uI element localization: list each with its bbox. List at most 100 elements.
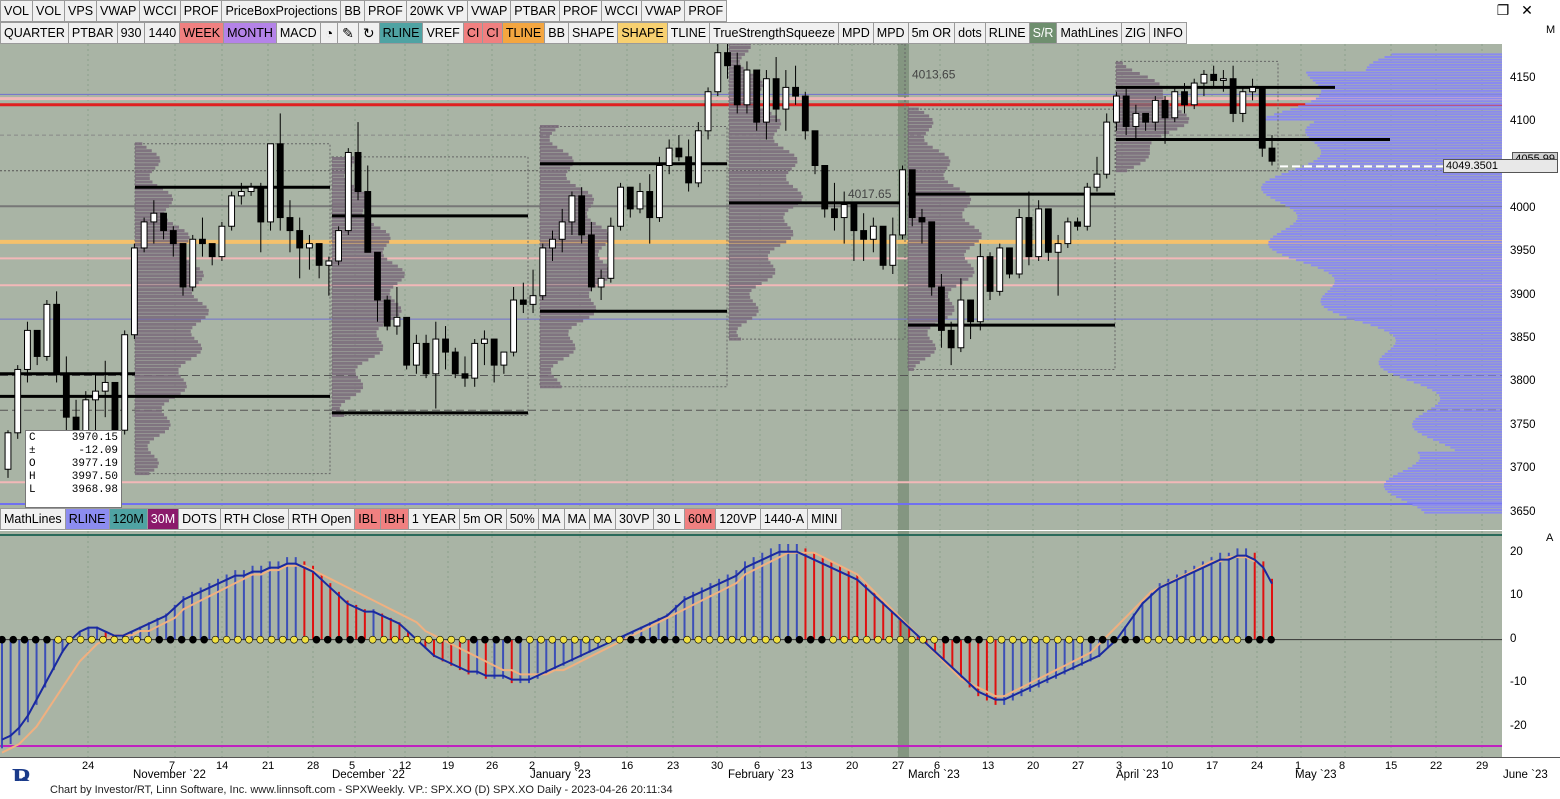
toolbar2-button-16[interactable]: SHAPE <box>568 22 619 44</box>
month-label: March `23 <box>908 769 960 781</box>
toolbar3-button-16[interactable]: 30 L <box>653 508 685 530</box>
candle-body <box>772 78 780 110</box>
toolbar2-button-21[interactable]: MPD <box>873 22 909 44</box>
ohlc-row: C 3970.15 <box>29 432 118 445</box>
toolbar1-button-15[interactable]: PROF <box>685 0 728 22</box>
squeeze-dot <box>773 635 781 644</box>
toolbar3-button-0[interactable]: MathLines <box>0 508 66 530</box>
toolbar2-button-14[interactable]: TLINE <box>502 22 546 44</box>
squeeze-dot <box>739 635 748 644</box>
toolbar1-button-9[interactable]: 20WK VP <box>406 0 468 22</box>
toolbar3-button-14[interactable]: MA <box>590 508 617 530</box>
toolbar2-button-24[interactable]: RLINE <box>985 22 1030 44</box>
toolbar1-button-14[interactable]: VWAP <box>642 0 686 22</box>
squeeze-dot <box>582 635 590 644</box>
close-window-icon[interactable]: ✕ <box>1516 0 1538 20</box>
clock-icon[interactable]: ◔ <box>320 22 339 44</box>
candle-body <box>1083 186 1091 227</box>
toolbar3-button-10[interactable]: 5m OR <box>460 508 507 530</box>
toolbar2-button-20[interactable]: MPD <box>839 22 874 44</box>
squeeze-dot <box>0 635 6 644</box>
pencil-icon[interactable]: ✎ <box>338 22 359 44</box>
price-axis[interactable]: M 41504100405040003950390038503800375037… <box>1502 22 1560 530</box>
toolbar1-button-3[interactable]: VWAP <box>97 0 141 22</box>
toolbar3-button-9[interactable]: 1 YEAR <box>408 508 461 530</box>
squeeze-dot <box>1076 635 1085 644</box>
squeeze-dot <box>436 635 444 644</box>
toolbar3-button-3[interactable]: 30M <box>147 508 180 530</box>
toolbar3-button-5[interactable]: RTH Close <box>220 508 289 530</box>
squeeze-dot <box>200 635 208 644</box>
toolbar3-button-17[interactable]: 60M <box>684 508 717 530</box>
price-chart-pane[interactable]: 4013.65 4017.65 <box>0 44 1502 530</box>
month-label: February `23 <box>728 769 794 781</box>
candle-body <box>957 299 965 349</box>
candle-body <box>1190 82 1198 106</box>
toolbar2-button-2[interactable]: 930 <box>117 22 146 44</box>
toolbar1-button-10[interactable]: VWAP <box>467 0 512 22</box>
squeeze-dot <box>1155 635 1163 644</box>
toolbar2-button-22[interactable]: 5m OR <box>908 22 956 44</box>
squeeze-dot <box>1166 635 1174 644</box>
macd-pane[interactable] <box>0 531 1502 757</box>
toolbar1-button-6[interactable]: PriceBoxProjections <box>222 0 342 22</box>
toolbar2-button-5[interactable]: MONTH <box>224 22 277 44</box>
candle-body <box>578 195 586 236</box>
toolbar3-button-18[interactable]: 120VP <box>716 508 761 530</box>
toolbar3-button-13[interactable]: MA <box>564 508 591 530</box>
toolbar2-button-0[interactable]: QUARTER <box>0 22 69 44</box>
toolbar2-button-11[interactable]: VREF <box>423 22 464 44</box>
toolbar3-button-2[interactable]: 120M <box>109 508 148 530</box>
toolbar2-button-4[interactable]: WEEK <box>180 22 225 44</box>
toolbar1-button-4[interactable]: WCCI <box>140 0 181 22</box>
candle-body <box>899 169 906 236</box>
candle-body <box>150 212 158 223</box>
toolbar2-button-23[interactable]: dots <box>955 22 986 44</box>
toolbar3-button-11[interactable]: 50% <box>506 508 539 530</box>
toolbar2-button-28[interactable]: INFO <box>1150 22 1187 44</box>
toolbar2-button-17[interactable]: SHAPE <box>618 22 668 44</box>
date-tick-label: 22 <box>1430 760 1443 772</box>
toolbar3-button-20[interactable]: MINI <box>808 508 842 530</box>
toolbar1-button-2[interactable]: VPS <box>65 0 98 22</box>
toolbar2-button-18[interactable]: TLINE <box>667 22 711 44</box>
restore-window-icon[interactable]: ❐ <box>1492 0 1514 20</box>
toolbar1-button-0[interactable]: VOL <box>0 0 34 22</box>
toolbar2-button-26[interactable]: MathLines <box>1057 22 1123 44</box>
squeeze-dot <box>941 635 950 644</box>
toolbar3-button-12[interactable]: MA <box>538 508 565 530</box>
toolbar1-button-12[interactable]: PROF <box>559 0 602 22</box>
toolbar3-button-19[interactable]: 1440-A <box>760 508 809 530</box>
refresh-icon[interactable]: ↻ <box>358 22 380 44</box>
squeeze-dot <box>166 635 175 644</box>
toolbar2-button-27[interactable]: ZIG <box>1122 22 1150 44</box>
date-tick-label: 28 <box>307 760 320 772</box>
date-tick-label: 13 <box>800 760 813 772</box>
toolbar2-button-13[interactable]: CI <box>483 22 503 44</box>
toolbar1-button-5[interactable]: PROF <box>180 0 223 22</box>
candle-body <box>422 342 430 375</box>
toolbar2-button-12[interactable]: CI <box>463 22 484 44</box>
squeeze-dot <box>975 635 983 644</box>
squeeze-dot <box>1110 635 1118 644</box>
toolbar1-button-11[interactable]: PTBAR <box>511 0 560 22</box>
toolbar1-button-8[interactable]: PROF <box>365 0 407 22</box>
toolbar2-button-19[interactable]: TrueStrengthSqueeze <box>710 22 839 44</box>
oscillator-axis[interactable]: A 20 10 0 -10 -20 <box>1502 531 1560 757</box>
toolbar3-button-7[interactable]: IBL <box>355 508 382 530</box>
toolbar1-button-1[interactable]: VOL <box>33 0 66 22</box>
toolbar2-button-3[interactable]: 1440 <box>145 22 181 44</box>
toolbar2-button-6[interactable]: MACD <box>276 22 321 44</box>
toolbar3-button-6[interactable]: RTH Open <box>288 508 356 530</box>
toolbar2-button-25[interactable]: S/R <box>1029 22 1058 44</box>
toolbar3-button-15[interactable]: 30VP <box>616 508 654 530</box>
toolbar3-button-8[interactable]: IBH <box>381 508 409 530</box>
toolbar3-button-1[interactable]: RLINE <box>65 508 110 530</box>
toolbar3-button-4[interactable]: DOTS <box>179 508 221 530</box>
toolbar1-button-13[interactable]: WCCI <box>601 0 643 22</box>
toolbar2-button-10[interactable]: RLINE <box>379 22 424 44</box>
toolbar1-button-7[interactable]: BB <box>341 0 366 22</box>
toolbar2-button-15[interactable]: BB <box>545 22 569 44</box>
toolbar2-button-1[interactable]: PTBAR <box>68 22 118 44</box>
squeeze-dot <box>930 635 938 644</box>
